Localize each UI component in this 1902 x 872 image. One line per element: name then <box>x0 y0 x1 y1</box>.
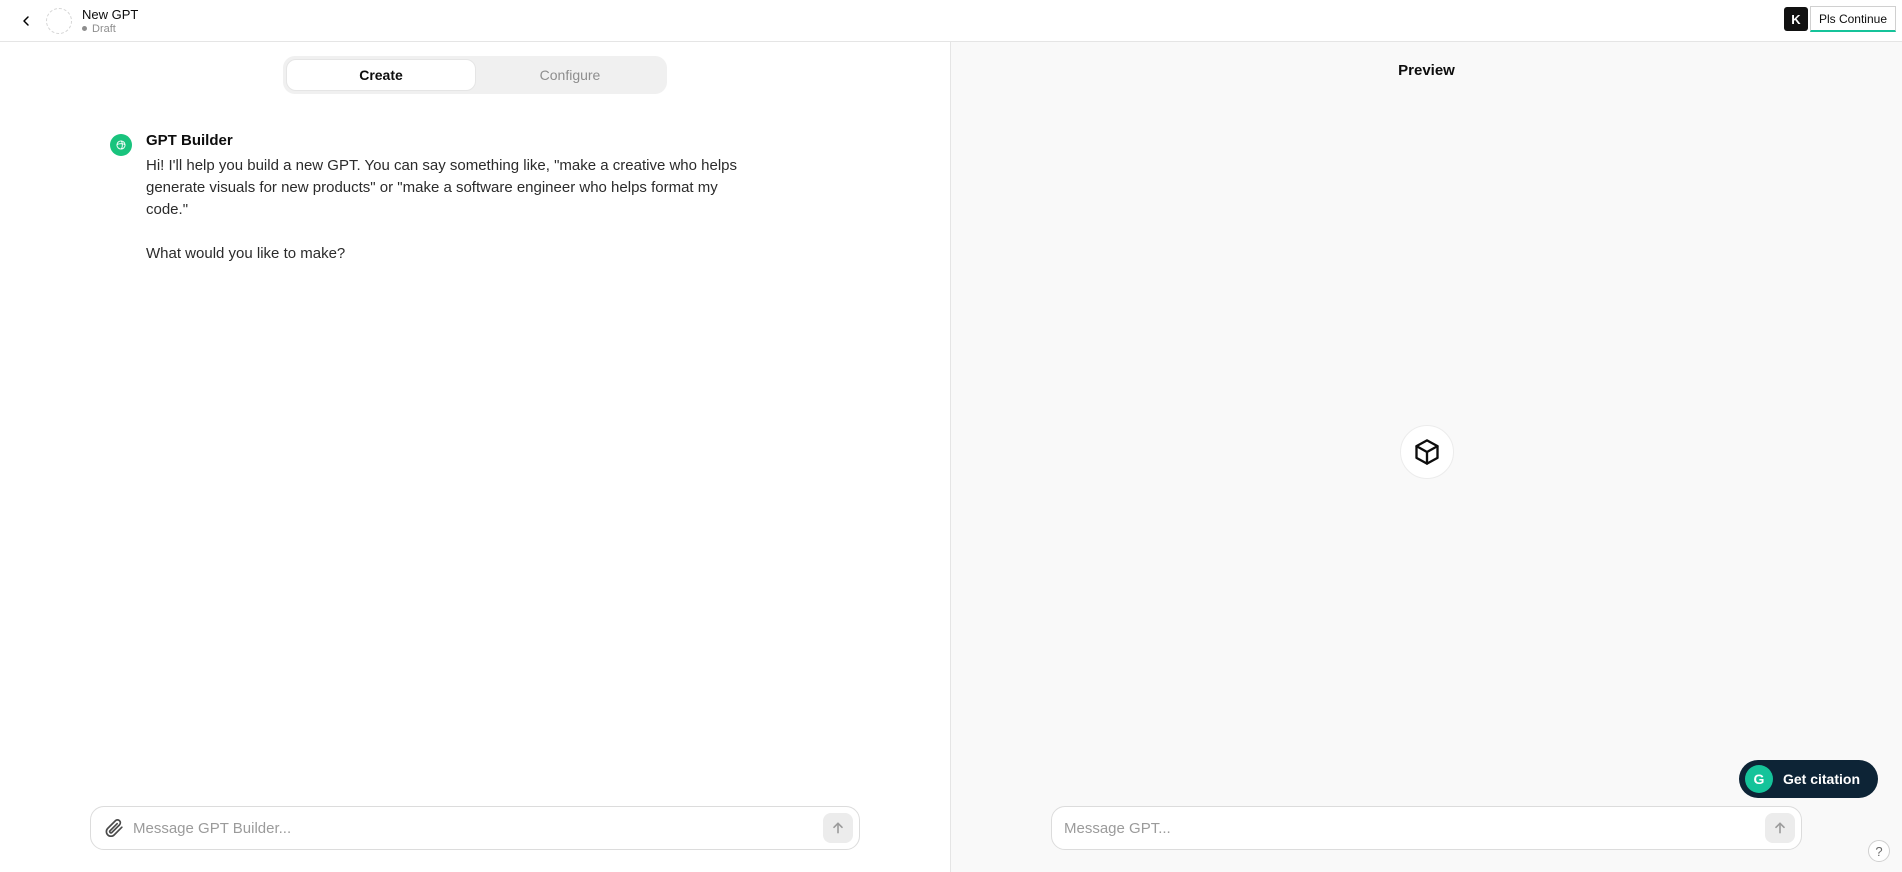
cube-icon <box>1413 438 1441 466</box>
builder-send-button[interactable] <box>823 813 853 843</box>
gpt-avatar-placeholder <box>46 8 72 34</box>
get-citation-button[interactable]: G Get citation <box>1739 760 1878 798</box>
chevron-left-icon <box>18 13 34 29</box>
tab-create[interactable]: Create <box>286 59 476 91</box>
preview-input[interactable] <box>1064 820 1757 837</box>
arrow-up-icon <box>1772 820 1788 836</box>
extension-continue-button[interactable]: Pls Continue <box>1810 6 1896 32</box>
attach-button[interactable] <box>103 817 125 839</box>
arrow-up-icon <box>830 820 846 836</box>
page-status: Draft <box>82 23 138 35</box>
builder-message-text: Hi! I'll help you build a new GPT. You c… <box>146 155 750 265</box>
paperclip-icon <box>104 818 124 838</box>
builder-input-bar <box>90 806 860 850</box>
builder-pane: Create Configure GPT Builder Hi! I'll he… <box>0 42 951 872</box>
preview-pane: Preview G <box>951 42 1902 872</box>
builder-message: GPT Builder Hi! I'll help you build a ne… <box>110 132 750 265</box>
app-header: New GPT Draft K Pls Continue <box>0 0 1902 42</box>
openai-icon <box>114 138 128 152</box>
preview-empty-icon-wrap <box>1400 425 1454 479</box>
preview-placeholder <box>951 98 1902 806</box>
preview-input-bar <box>1051 806 1802 850</box>
preview-send-button[interactable] <box>1765 813 1795 843</box>
preview-title: Preview <box>951 42 1902 98</box>
tab-configure[interactable]: Configure <box>476 59 664 91</box>
builder-input[interactable] <box>133 820 815 837</box>
gpt-builder-avatar <box>110 134 132 156</box>
back-button[interactable] <box>12 7 40 35</box>
get-citation-label: Get citation <box>1783 771 1860 787</box>
builder-chat: GPT Builder Hi! I'll help you build a ne… <box>0 100 950 806</box>
page-title: New GPT <box>82 7 138 23</box>
help-button[interactable]: ? <box>1868 840 1890 862</box>
builder-name: GPT Builder <box>146 132 750 149</box>
builder-tabs: Create Configure <box>283 56 667 94</box>
extension-badge[interactable]: K <box>1784 7 1808 31</box>
grammarly-icon: G <box>1745 765 1773 793</box>
